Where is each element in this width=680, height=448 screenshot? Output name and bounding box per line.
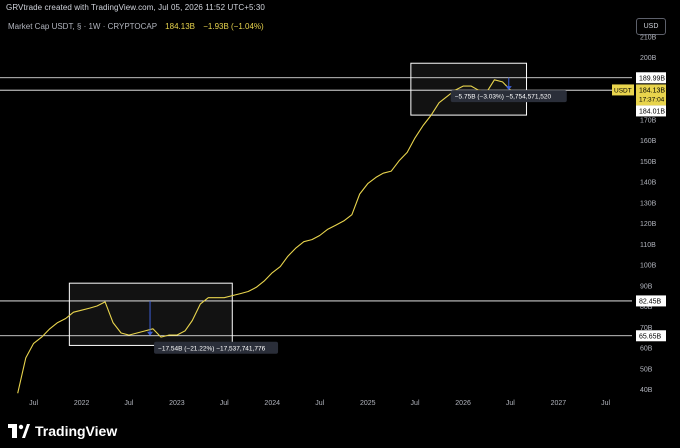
x-tick-label: 2026 bbox=[455, 400, 471, 407]
y-tick-label: 40B bbox=[640, 387, 653, 394]
price-countdown: 17:37:04 bbox=[639, 96, 665, 103]
y-tick-label: 110B bbox=[640, 242, 656, 249]
x-tick-label: 2027 bbox=[551, 400, 567, 407]
tradingview-logo: TradingView bbox=[8, 420, 117, 442]
x-tick-label: 2022 bbox=[74, 400, 90, 407]
x-tick-label: Jul bbox=[29, 400, 38, 407]
x-tick-label: Jul bbox=[601, 400, 610, 407]
y-tick-label: 210B bbox=[640, 34, 657, 41]
y-tick-label: 130B bbox=[640, 200, 657, 207]
chart-plot[interactable]: 210B200B190B180B170B160B150B140B130B120B… bbox=[0, 0, 680, 448]
x-tick-label: Jul bbox=[506, 400, 515, 407]
measure-label: −5.75B (−3.03%) −5,754,571,520 bbox=[455, 94, 552, 101]
level-tag: 82.45B bbox=[639, 298, 662, 305]
x-tick-label: Jul bbox=[124, 400, 133, 407]
y-tick-label: 150B bbox=[640, 159, 657, 166]
y-tick-label: 90B bbox=[640, 283, 653, 290]
level-tag: 184.01B bbox=[639, 108, 665, 115]
x-tick-label: Jul bbox=[411, 400, 420, 407]
x-tick-label: 2025 bbox=[360, 400, 376, 407]
y-tick-label: 200B bbox=[640, 55, 657, 62]
y-tick-label: 100B bbox=[640, 263, 657, 270]
level-tag: 189.99B bbox=[639, 75, 665, 82]
measure-box bbox=[68, 282, 233, 346]
chart-frame: GRVtrade created with TradingView.com, J… bbox=[0, 0, 680, 448]
brand-name: TradingView bbox=[35, 423, 118, 439]
y-tick-label: 120B bbox=[640, 221, 657, 228]
y-tick-label: 50B bbox=[640, 366, 653, 373]
y-tick-label: 60B bbox=[640, 346, 653, 353]
x-tick-label: 2023 bbox=[169, 400, 185, 407]
tradingview-logo-icon bbox=[8, 424, 30, 438]
price-tag: 184.13B bbox=[639, 87, 665, 94]
measure-label: −17.54B (−21.22%) −17,537,741,776 bbox=[158, 345, 266, 352]
symbol-tag: USDT bbox=[614, 87, 632, 94]
x-tick-label: Jul bbox=[220, 400, 229, 407]
level-tag: 65.65B bbox=[639, 333, 662, 340]
y-tick-label: 170B bbox=[640, 117, 657, 124]
y-tick-label: 160B bbox=[640, 138, 657, 145]
x-tick-label: 2024 bbox=[264, 400, 280, 407]
y-tick-label: 140B bbox=[640, 180, 657, 187]
x-tick-label: Jul bbox=[315, 400, 324, 407]
